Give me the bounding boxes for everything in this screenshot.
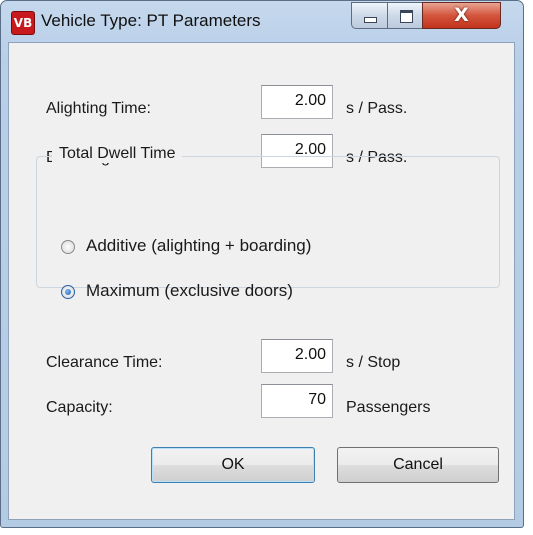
total-dwell-time-title: Total Dwell Time xyxy=(52,145,183,163)
capacity-label: Capacity: xyxy=(46,399,113,416)
clearance-time-unit: s / Stop xyxy=(346,354,401,371)
app-icon[interactable]: VB xyxy=(11,11,35,35)
close-button[interactable]: X xyxy=(422,2,501,29)
clearance-time-label: Clearance Time: xyxy=(46,354,163,371)
clearance-time-input[interactable]: 2.00 xyxy=(261,339,333,373)
alighting-time-unit: s / Pass. xyxy=(346,100,408,117)
maximize-button[interactable] xyxy=(387,2,423,29)
window-title: Vehicle Type: PT Parameters xyxy=(41,11,261,30)
alighting-time-label: Alighting Time: xyxy=(46,100,151,117)
minimize-button[interactable] xyxy=(351,2,388,29)
total-dwell-time-group xyxy=(36,156,500,288)
alighting-time-input[interactable]: 2.00 xyxy=(261,85,333,119)
title-bar[interactable]: VB Vehicle Type: PT Parameters X xyxy=(1,1,523,43)
maximize-icon xyxy=(400,10,413,23)
close-icon: X xyxy=(454,4,469,26)
maximum-radio[interactable] xyxy=(61,285,75,299)
cancel-button[interactable]: Cancel xyxy=(337,447,499,483)
additive-radio[interactable] xyxy=(61,240,75,254)
maximum-radio-label[interactable]: Maximum (exclusive doors) xyxy=(86,281,293,301)
capacity-unit: Passengers xyxy=(346,399,431,416)
minimize-icon xyxy=(364,17,377,23)
capacity-input[interactable]: 70 xyxy=(261,384,333,418)
additive-radio-label[interactable]: Additive (alighting + boarding) xyxy=(86,236,311,256)
ok-button[interactable]: OK xyxy=(151,447,315,483)
